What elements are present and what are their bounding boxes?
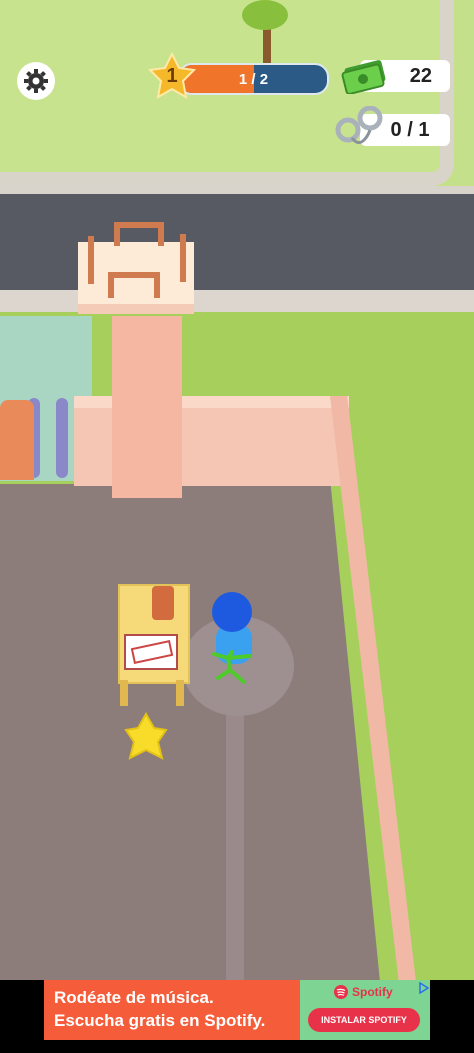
- tower-railing: [88, 236, 94, 284]
- prison-floor: [0, 484, 380, 982]
- install-button[interactable]: INSTALAR SPOTIFY: [308, 1008, 420, 1032]
- ad-message[interactable]: Rodéate de música. Escucha gratis en Spo…: [44, 980, 300, 1040]
- level-number: 1: [166, 64, 178, 87]
- desk-leg: [120, 680, 128, 706]
- cash-icon: [341, 60, 386, 94]
- xp-progress-bar: 1 / 2: [178, 63, 329, 95]
- gear-icon: [24, 69, 48, 93]
- road: [0, 194, 474, 290]
- tower-railing: [114, 222, 120, 246]
- ad-line-1: Rodéate de música.: [54, 988, 214, 1007]
- tower-railing: [158, 222, 164, 246]
- tower-railing: [180, 234, 186, 282]
- player-head[interactable]: [212, 592, 252, 632]
- ad-brand: Spotify: [334, 985, 393, 999]
- ad-choices-icon[interactable]: [418, 982, 430, 994]
- tower-railing: [154, 272, 160, 298]
- stamp-icon: [152, 586, 174, 620]
- settings-button[interactable]: [17, 62, 55, 100]
- document-icon: [124, 634, 178, 670]
- tree-canopy: [242, 0, 288, 30]
- curb-bottom: [0, 290, 474, 312]
- player-stick-figure: [212, 650, 252, 684]
- guard-tower-platform: [78, 242, 194, 314]
- ad-line-2: Escucha gratis en Spotify.: [54, 1011, 266, 1030]
- desk-leg: [176, 680, 184, 706]
- xp-text: 1 / 2: [238, 70, 269, 88]
- tower-railing: [108, 272, 160, 278]
- gate-structure: [0, 400, 34, 480]
- star-icon[interactable]: [124, 712, 168, 762]
- tower-railing: [108, 272, 114, 298]
- walk-path: [226, 705, 244, 983]
- tower-railing: [114, 222, 164, 228]
- fence-pillar: [56, 398, 68, 478]
- handcuffs-icon: [335, 106, 383, 145]
- ad-brand-name: Spotify: [352, 985, 393, 999]
- guard-tower: [112, 316, 182, 498]
- spotify-icon: [334, 985, 348, 999]
